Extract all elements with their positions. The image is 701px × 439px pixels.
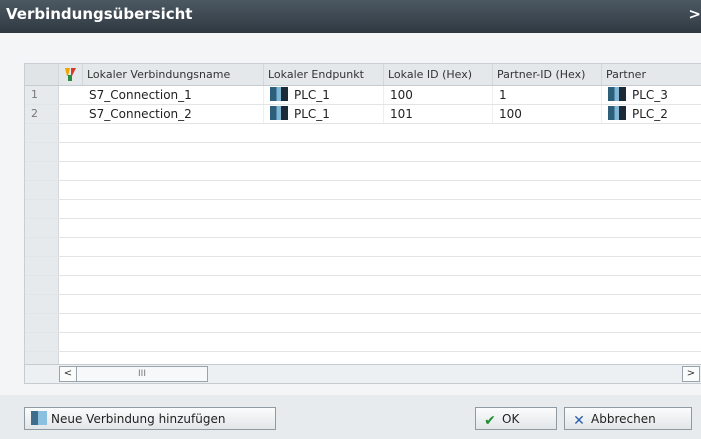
row-number	[25, 333, 59, 351]
local-endpoint: PLC_1	[294, 107, 330, 121]
local-id[interactable]: 100	[384, 86, 493, 104]
empty-table-row	[25, 238, 701, 257]
close-icon[interactable]: >	[688, 5, 701, 23]
connection-name[interactable]: S7_Connection_1	[83, 86, 264, 104]
column-header-partner-id[interactable]: Partner-ID (Hex)	[493, 64, 602, 85]
checkmark-icon: ✔	[484, 413, 496, 429]
scroll-left-arrow-icon[interactable]: <	[59, 366, 77, 382]
row-number	[25, 162, 59, 180]
partner-id[interactable]: 1	[493, 86, 602, 104]
table-row[interactable]: 1 S7_Connection_1 PLC_1 100 1 PLC_3	[25, 86, 701, 105]
column-header-partner[interactable]: Partner	[602, 64, 701, 85]
partner: PLC_3	[632, 88, 668, 102]
local-endpoint-cell[interactable]: PLC_1	[264, 105, 384, 123]
partner: PLC_2	[632, 107, 668, 121]
add-connection-button[interactable]: Neue Verbindung hinzufügen	[24, 407, 276, 430]
local-id[interactable]: 101	[384, 105, 493, 123]
local-endpoint: PLC_1	[294, 88, 330, 102]
empty-table-row	[25, 333, 701, 352]
row-number	[25, 124, 59, 142]
ok-label: OK	[502, 412, 520, 426]
empty-table-row	[25, 181, 701, 200]
partner-id[interactable]: 100	[493, 105, 602, 123]
empty-table-row	[25, 276, 701, 295]
table-row[interactable]: 2 S7_Connection_2 PLC_1 101 100 PLC_2	[25, 105, 701, 124]
add-connection-label: Neue Verbindung hinzufügen	[51, 412, 226, 426]
partner-cell[interactable]: PLC_2	[602, 105, 701, 123]
row-number	[25, 143, 59, 161]
partner-cell[interactable]: PLC_3	[602, 86, 701, 104]
row-number	[25, 181, 59, 199]
row-number	[25, 200, 59, 218]
add-connection-icon	[31, 411, 47, 425]
column-header-local-endpoint[interactable]: Lokaler Endpunkt	[264, 64, 384, 85]
local-endpoint-cell[interactable]: PLC_1	[264, 86, 384, 104]
column-header-local-name[interactable]: Lokaler Verbindungsname	[83, 64, 264, 85]
scroll-thumb[interactable]: III	[76, 366, 208, 382]
cancel-label: Abbrechen	[591, 412, 656, 426]
dialog-title: Verbindungsübersicht	[6, 5, 193, 23]
header-rownum	[25, 64, 59, 85]
row-number	[25, 257, 59, 275]
empty-table-row	[25, 295, 701, 314]
plc-device-icon	[608, 87, 626, 101]
plc-device-icon	[270, 87, 288, 101]
filter-icon[interactable]	[59, 64, 83, 85]
ok-button[interactable]: ✔ OK	[475, 407, 557, 430]
row-number	[25, 276, 59, 294]
plc-device-icon	[270, 106, 288, 120]
connection-overview-dialog: Verbindungsübersicht > Lokaler Verbindun…	[0, 0, 701, 439]
empty-table-row	[25, 162, 701, 181]
cancel-button[interactable]: ✕ Abbrechen	[564, 407, 692, 430]
empty-table-row	[25, 200, 701, 219]
column-header-local-id[interactable]: Lokale ID (Hex)	[384, 64, 493, 85]
title-bar: Verbindungsübersicht >	[0, 0, 701, 33]
x-icon: ✕	[573, 413, 585, 429]
empty-table-row	[25, 124, 701, 143]
row-number	[25, 295, 59, 313]
empty-table-row	[25, 143, 701, 162]
empty-table-row	[25, 257, 701, 276]
plc-device-icon	[608, 106, 626, 120]
horizontal-scrollbar[interactable]: < III >	[24, 364, 701, 384]
table-header: Lokaler Verbindungsname Lokaler Endpunkt…	[25, 64, 701, 86]
row-number	[25, 238, 59, 256]
scroll-right-arrow-icon[interactable]: >	[682, 366, 700, 382]
empty-table-row	[25, 314, 701, 333]
connections-table: Lokaler Verbindungsname Lokaler Endpunkt…	[24, 63, 701, 366]
row-number: 2	[25, 105, 59, 123]
row-number	[25, 314, 59, 332]
empty-table-row	[25, 219, 701, 238]
row-number	[25, 219, 59, 237]
row-number: 1	[25, 86, 59, 104]
connection-name[interactable]: S7_Connection_2	[83, 105, 264, 123]
